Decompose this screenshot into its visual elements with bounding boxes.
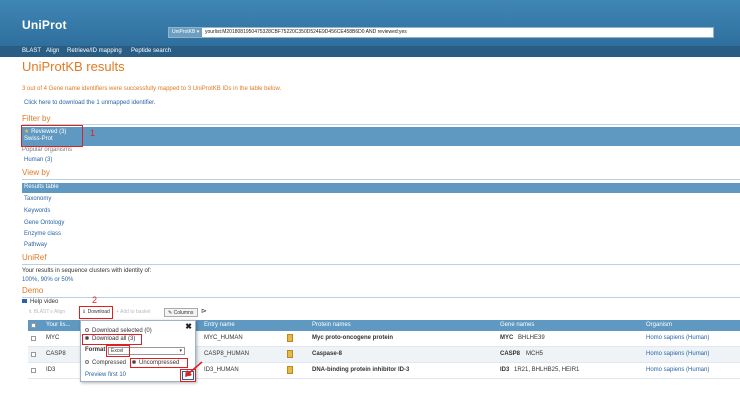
nav-retrieve-id-mapping[interactable]: Retrieve/ID mapping — [67, 46, 122, 57]
cell-organism[interactable]: Homo sapiens (Human) — [646, 351, 709, 357]
view-results-table[interactable]: Results table — [22, 183, 740, 193]
demo-divider — [22, 297, 740, 298]
radio-icon — [85, 328, 89, 332]
align-icon: ≡ — [50, 309, 53, 315]
video-icon — [22, 299, 27, 303]
cell-entry-name: ID3_HUMAN — [204, 367, 239, 373]
view-enzyme-class[interactable]: Enzyme class — [24, 231, 61, 237]
unmapped-download-link[interactable]: Click here to download the 1 unmapped id… — [24, 100, 155, 106]
view-results-table-label: Results table — [24, 184, 59, 190]
cell-organism[interactable]: Homo sapiens (Human) — [646, 367, 709, 373]
pencil-icon: ✎ — [168, 310, 173, 316]
blast-label: BLAST — [33, 309, 50, 315]
cell-protein-name: Caspase-8 — [312, 351, 343, 357]
add-to-basket-button[interactable]: + Add to basket — [116, 308, 151, 317]
row-checkbox[interactable] — [31, 368, 36, 373]
cell-protein-name: Myc proto-oncogene protein — [312, 335, 393, 341]
uniref-description: Your results in sequence clusters with i… — [22, 268, 152, 274]
close-icon[interactable]: ✖ — [185, 322, 192, 331]
top-header: UniProt UniProtKB ▾ yourlist:M2018081950… — [0, 0, 740, 46]
filter-reviewed-bar[interactable] — [22, 127, 740, 146]
nav-align[interactable]: Align — [46, 46, 59, 57]
columns-label: Columns — [173, 310, 194, 316]
annotation-arrow — [185, 361, 203, 377]
cell-organism[interactable]: Homo sapiens (Human) — [646, 335, 709, 341]
cell-entry-name: CASP8_HUMAN — [204, 351, 250, 357]
annotation-highlight-box — [21, 125, 83, 147]
row-checkbox[interactable] — [31, 352, 36, 357]
reviewed-doc-icon — [287, 334, 293, 342]
cell-gene-main: MYC — [500, 335, 514, 341]
cell-protein-name: DNA-binding protein inhibitor ID-3 — [312, 367, 410, 373]
view-by-heading: View by — [22, 168, 50, 177]
cell-gene-main: ID3 — [500, 367, 510, 373]
uniref-identity-links[interactable]: 100%, 90% or 50% — [22, 277, 73, 283]
filter-divider — [22, 124, 740, 125]
col-gene-names[interactable]: Gene names — [500, 320, 534, 331]
col-entry-name[interactable]: Entry name — [204, 320, 235, 331]
popular-organisms-heading: Popular organisms — [22, 147, 73, 153]
uniref-heading: UniRef — [22, 253, 47, 262]
cell-gene-main: CASP8 — [500, 351, 521, 357]
annotation-uncompressed-box — [130, 358, 188, 368]
basket-icon: + — [116, 309, 119, 315]
align-button[interactable]: ≡ Align — [50, 308, 65, 317]
view-by-divider — [22, 179, 740, 180]
compressed-option[interactable]: Compressed — [85, 360, 126, 366]
cell-your-list: ID3 — [46, 367, 56, 373]
columns-button[interactable]: ✎ Columns — [164, 308, 198, 317]
annotation-step-1: 1 — [90, 128, 96, 138]
download-popup: ✖ Download selected (0) Download all (3)… — [80, 320, 196, 382]
blast-button[interactable]: ↯ BLAST — [28, 308, 49, 317]
nav-peptide-search[interactable]: Peptide search — [131, 46, 171, 57]
search-scope-select[interactable]: UniProtKB ▾ — [169, 28, 203, 37]
cell-entry-name: MYC_HUMAN — [204, 335, 243, 341]
uniref-divider — [22, 264, 740, 265]
cell-gene-synonyms: 1R21, BHLHB25, HEIR1 — [514, 367, 580, 373]
cell-your-list: CASP8 — [46, 351, 66, 357]
annotation-download-all-box — [82, 334, 142, 345]
basket-label: Add to basket — [120, 309, 151, 315]
annotation-step-2: 2 — [92, 295, 98, 305]
nav-blast[interactable]: BLAST — [22, 46, 41, 57]
cell-your-list: MYC — [46, 335, 60, 341]
row-checkbox[interactable] — [31, 336, 36, 341]
annotation-download-box — [79, 306, 113, 319]
cell-gene-synonyms: MCH5 — [526, 351, 544, 357]
reviewed-doc-icon — [287, 366, 293, 374]
radio-icon — [85, 360, 89, 364]
filter-heading: Filter by — [22, 114, 51, 123]
col-organism[interactable]: Organism — [646, 320, 672, 331]
view-keywords[interactable]: Keywords — [24, 208, 50, 214]
nav-bar: BLAST Align Retrieve/ID mapping Peptide … — [0, 46, 740, 57]
reviewed-doc-icon — [287, 350, 293, 358]
demo-heading: Demo — [22, 286, 44, 295]
search-box[interactable]: UniProtKB ▾ yourlist:M2018081950475328CB… — [168, 27, 714, 38]
compressed-label: Compressed — [92, 360, 127, 366]
col-your-list[interactable]: Your lis... — [46, 320, 70, 331]
filter-human[interactable]: Human (3) — [24, 157, 52, 163]
view-taxonomy[interactable]: Taxonomy — [24, 196, 51, 202]
uniprot-logo[interactable]: UniProt — [22, 18, 67, 32]
format-label: Format: — [85, 347, 108, 353]
view-pathway[interactable]: Pathway — [24, 242, 47, 248]
search-input[interactable]: yourlist:M2018081950475328CBF75220C350D5… — [205, 28, 407, 37]
col-protein-names[interactable]: Protein names — [312, 320, 351, 331]
preview-first-10-link[interactable]: Preview first 10 — [85, 372, 126, 378]
cell-gene-synonyms: BHLHE39 — [518, 335, 545, 341]
chevron-down-icon: ▾ — [179, 348, 182, 354]
share-icon[interactable]: ⊳ — [201, 307, 207, 316]
help-video-label: Help video — [30, 299, 59, 305]
view-gene-ontology[interactable]: Gene Ontology — [24, 220, 64, 226]
select-all-checkbox[interactable] — [31, 323, 36, 328]
mapping-message: 3 out of 4 Gene name identifiers were su… — [22, 86, 282, 92]
help-video-link[interactable]: Help video — [22, 299, 58, 305]
align-label: Align — [54, 309, 66, 315]
page-title: UniProtKB results — [22, 59, 125, 74]
annotation-format-box — [106, 345, 130, 357]
blast-icon: ↯ — [28, 309, 33, 315]
